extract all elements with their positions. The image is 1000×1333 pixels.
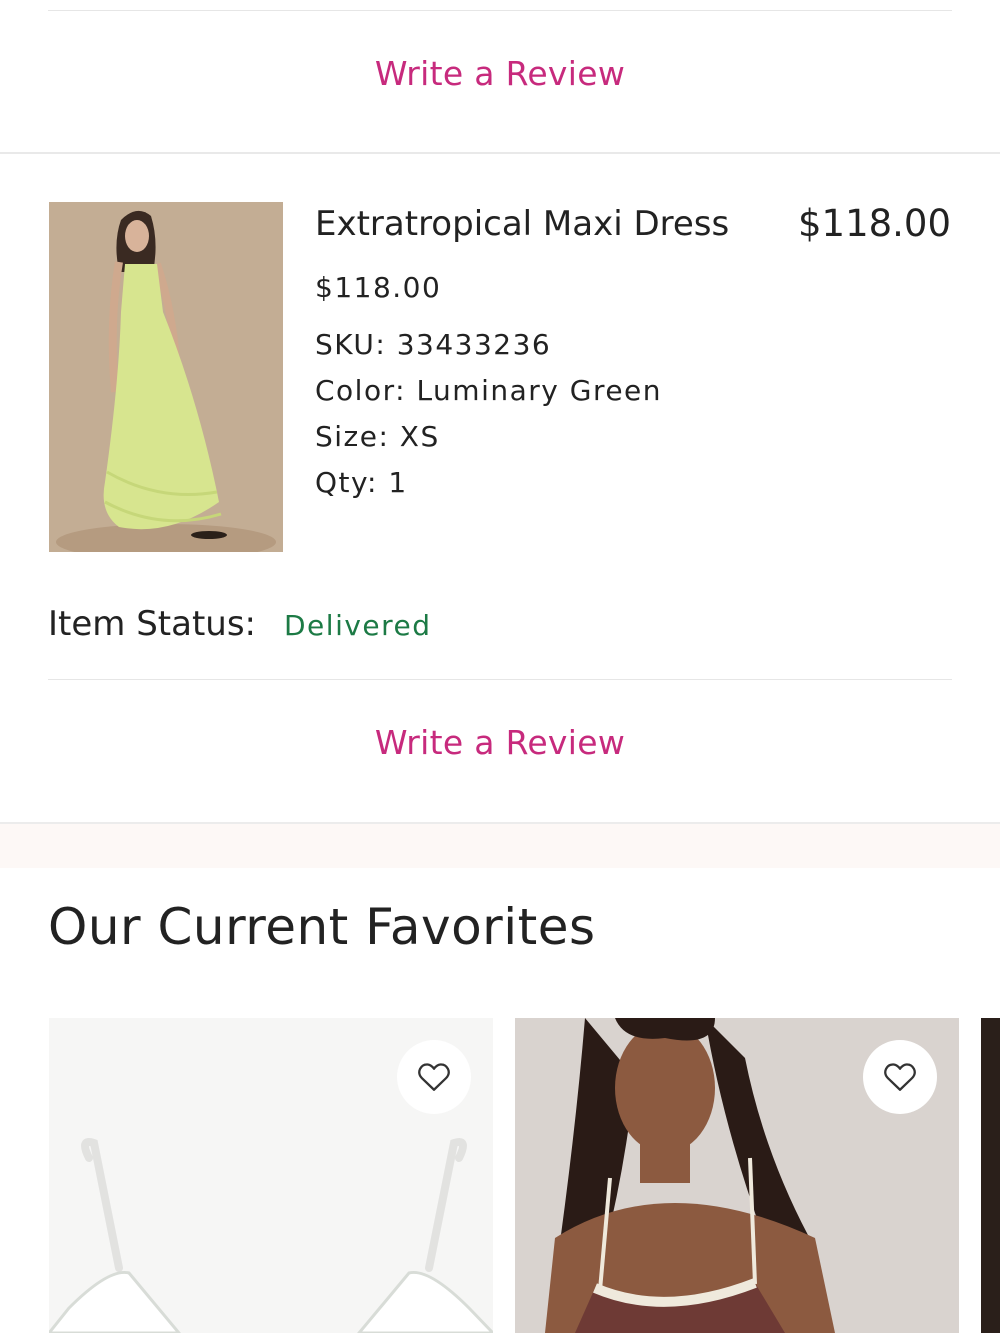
sku-text: SKU: 33433236 xyxy=(315,328,552,361)
size-text: Size: XS xyxy=(315,420,440,453)
favorites-title: Our Current Favorites xyxy=(48,898,596,956)
product-name[interactable]: Extratropical Maxi Dress xyxy=(315,204,729,244)
item-status-value: Delivered xyxy=(284,609,432,642)
section-spacer xyxy=(0,822,1000,868)
unit-price: $118.00 xyxy=(315,271,442,304)
favorite-product-card-partial[interactable] xyxy=(981,1018,1000,1333)
write-review-link-previous-item[interactable]: Write a Review xyxy=(0,54,1000,93)
wishlist-button[interactable] xyxy=(863,1040,937,1114)
order-details-page: Write a Review Extratropical Maxi Dress … xyxy=(0,0,1000,1333)
write-review-link[interactable]: Write a Review xyxy=(0,723,1000,762)
favorite-product-card[interactable] xyxy=(49,1018,493,1333)
qty-text: Qty: 1 xyxy=(315,466,408,499)
wishlist-button[interactable] xyxy=(397,1040,471,1114)
item-status-label: Item Status: xyxy=(48,604,257,644)
divider xyxy=(48,679,952,680)
divider xyxy=(48,10,952,11)
favorite-product-card[interactable] xyxy=(515,1018,959,1333)
item-separator xyxy=(0,152,1000,154)
line-total-price: $118.00 xyxy=(797,202,951,245)
dress-model-image xyxy=(49,202,283,552)
heart-outline-icon xyxy=(884,1063,916,1091)
product-thumbnail[interactable] xyxy=(49,202,283,552)
heart-outline-icon xyxy=(418,1063,450,1091)
color-text: Color: Luminary Green xyxy=(315,374,663,407)
